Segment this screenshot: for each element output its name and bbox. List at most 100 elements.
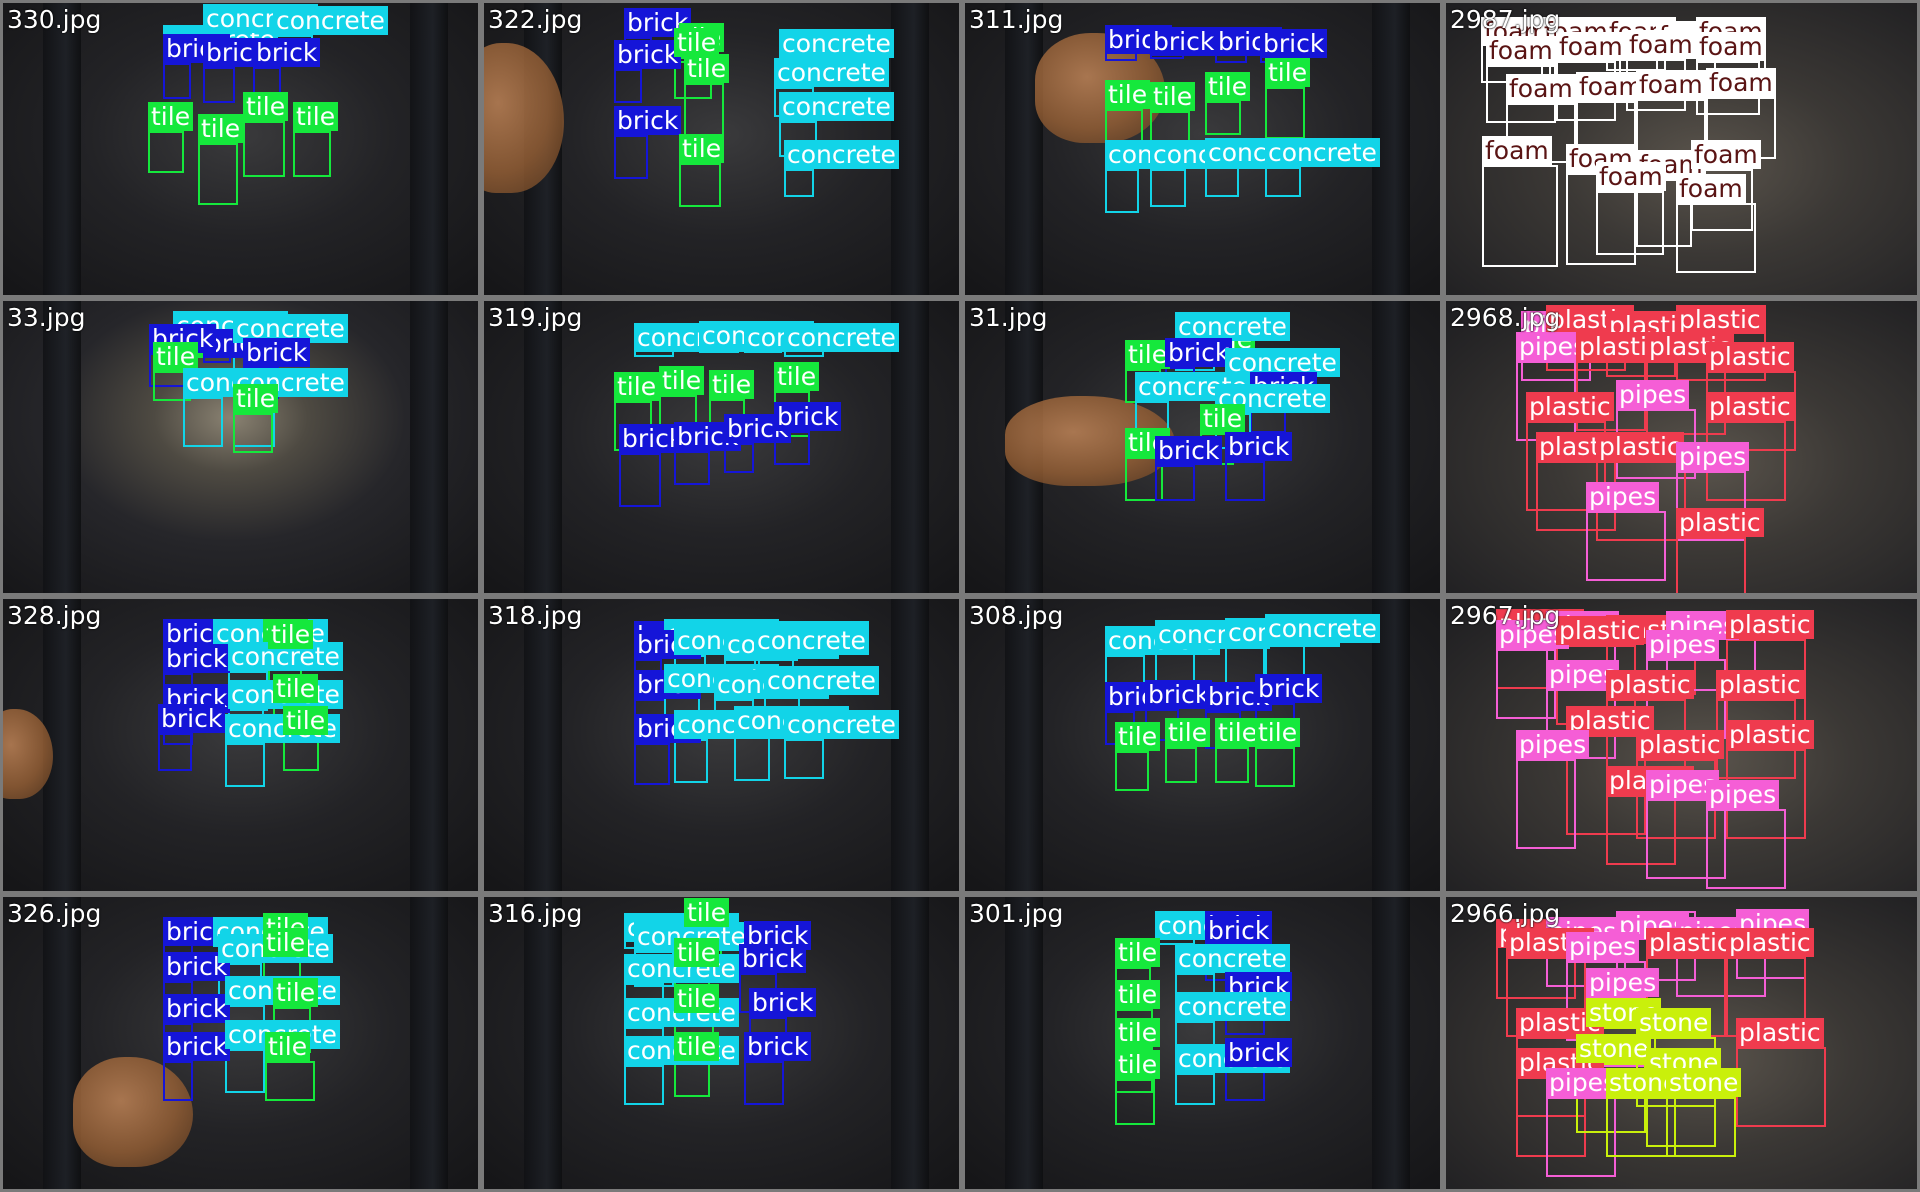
- box-label-plastic: plastic: [1726, 928, 1814, 957]
- box-label-tile: tile: [1105, 80, 1151, 109]
- tile-filename: 2968.jpg: [1450, 303, 1561, 332]
- bin-rail: [524, 599, 562, 891]
- box-label-tile: tile: [1205, 72, 1251, 101]
- image-tile: 2968.jpg pipesplasticplasticplasticpipes…: [1443, 298, 1920, 596]
- bounding-box-pipes: [1586, 511, 1666, 581]
- bounding-box-tile: [148, 131, 184, 173]
- box-label-foam: foam: [1636, 70, 1706, 99]
- box-label-stone: stone: [1666, 1068, 1742, 1097]
- box-label-tile: tile: [293, 102, 339, 131]
- box-label-tile: tile: [1200, 404, 1246, 433]
- bounding-box-tile: [198, 143, 238, 205]
- box-label-tile: tile: [273, 978, 319, 1007]
- box-label-tile: tile: [263, 928, 309, 957]
- box-label-pipes: pipes: [1516, 730, 1590, 759]
- image-tile: 2966.jpg plasticpipespipespipespipesplas…: [1443, 894, 1920, 1192]
- box-label-brick: brick: [1205, 916, 1273, 945]
- box-label-stone: stone: [1636, 1008, 1712, 1037]
- bounding-box-tile: [674, 1061, 710, 1097]
- box-label-tile: tile: [1115, 1018, 1161, 1047]
- tile-filename: 2966.jpg: [1450, 899, 1561, 928]
- bounding-box-tile: [679, 163, 721, 207]
- box-label-tile: tile: [198, 114, 244, 143]
- bounding-box-tile: [293, 131, 331, 177]
- bounding-box-concrete: [1175, 1073, 1215, 1105]
- box-label-tile: tile: [1150, 82, 1196, 111]
- box-label-foam: foam: [1626, 30, 1696, 59]
- image-tile: 33.jpg concretebricktilebrickconcretebri…: [0, 298, 481, 596]
- box-label-brick: brick: [243, 338, 311, 367]
- bounding-box-concrete: [1105, 169, 1139, 213]
- box-label-tile: tile: [1115, 722, 1161, 751]
- box-label-brick: brick: [1145, 680, 1213, 709]
- bin-rail: [43, 3, 81, 295]
- box-label-foam: foam: [1506, 74, 1576, 103]
- box-label-concrete: concrete: [1175, 944, 1290, 973]
- box-label-tile: tile: [1115, 1050, 1161, 1079]
- tile-filename: 33.jpg: [7, 303, 86, 332]
- bounding-box-tile: [243, 121, 285, 177]
- box-label-pipes: pipes: [1616, 380, 1690, 409]
- bounding-box-tile: [1165, 747, 1197, 783]
- box-label-stone: stone: [1576, 1034, 1652, 1063]
- image-tile: 311.jpg brick brick brick brick tile tile tile…: [962, 0, 1443, 298]
- box-label-plastic: plastic: [1726, 720, 1814, 749]
- bin-rail: [43, 897, 81, 1189]
- tile-filename: 319.jpg: [488, 303, 583, 332]
- bounding-box-plastic: [1736, 1047, 1826, 1127]
- bounding-box-tile: [1265, 87, 1305, 139]
- box-label-tile: tile: [1125, 340, 1171, 369]
- box-label-tile: tile: [1165, 718, 1211, 747]
- box-label-pipes: pipes: [1706, 780, 1780, 809]
- bin-rail: [43, 301, 81, 593]
- box-label-plastic: plastic: [1736, 1018, 1824, 1047]
- box-label-foam: foam: [1706, 68, 1776, 97]
- bin-rail: [1005, 3, 1043, 295]
- bounding-box-brick: [158, 733, 192, 771]
- box-label-tile: tile: [659, 366, 705, 395]
- box-label-brick: brick: [749, 988, 817, 1017]
- box-label-concrete: concrete: [1175, 992, 1290, 1021]
- box-label-brick: brick: [1150, 27, 1218, 56]
- bounding-box-brick: [614, 135, 648, 179]
- bounding-box-concrete: [183, 397, 223, 447]
- tile-filename: 316.jpg: [488, 899, 583, 928]
- box-label-brick: brick: [1155, 436, 1223, 465]
- box-label-foam: foam: [1482, 136, 1552, 165]
- tile-filename: 31.jpg: [969, 303, 1048, 332]
- bounding-box-pipes: [1706, 809, 1786, 889]
- bounding-box-foam: [1676, 203, 1756, 273]
- image-tile: 319.jpg concreteconcreteconcreteconcrete…: [481, 298, 962, 596]
- box-label-brick: brick: [1165, 338, 1233, 367]
- box-label-plastic: plastic: [1526, 392, 1614, 421]
- box-label-brick: brick: [614, 106, 682, 135]
- bounding-box-tile: [233, 413, 273, 453]
- box-label-plastic: plastic: [1646, 928, 1734, 957]
- tile-filename: 308.jpg: [969, 601, 1064, 630]
- bounding-box-tile: [265, 1061, 315, 1101]
- box-label-plastic: plastic: [1556, 616, 1644, 645]
- bounding-box-pipes: [1516, 759, 1576, 849]
- bounding-box-stone: [1666, 1097, 1736, 1157]
- box-label-foam: foam: [1596, 162, 1666, 191]
- box-label-foam: foam: [1676, 174, 1746, 203]
- box-label-tile: tile: [243, 92, 289, 121]
- box-label-foam: foam: [1691, 140, 1761, 169]
- bounding-box-foam: [1596, 191, 1664, 255]
- bin-rail: [891, 599, 929, 891]
- tile-filename: 330.jpg: [7, 5, 102, 34]
- box-label-concrete: concrete: [774, 58, 889, 87]
- box-label-plastic: plastic: [1676, 305, 1764, 334]
- box-label-tile: tile: [1215, 718, 1261, 747]
- box-label-tile: tile: [674, 1032, 720, 1061]
- image-tile: 318.jpg brickconcreteconcreteconcretebri…: [481, 596, 962, 894]
- bounding-box-tile: [1205, 101, 1241, 135]
- bounding-box-concrete: [1265, 167, 1301, 197]
- tile-filename: 311.jpg: [969, 5, 1064, 34]
- bounding-box-brick: [203, 67, 235, 103]
- tile-filename: 2967.jpg: [1450, 601, 1561, 630]
- image-tile: 316.jpg concreteconcretetilebrickconcret…: [481, 894, 962, 1192]
- box-label-plastic: plastic: [1606, 670, 1694, 699]
- box-label-tile: tile: [153, 342, 199, 371]
- bounding-box-brick: [1155, 465, 1195, 501]
